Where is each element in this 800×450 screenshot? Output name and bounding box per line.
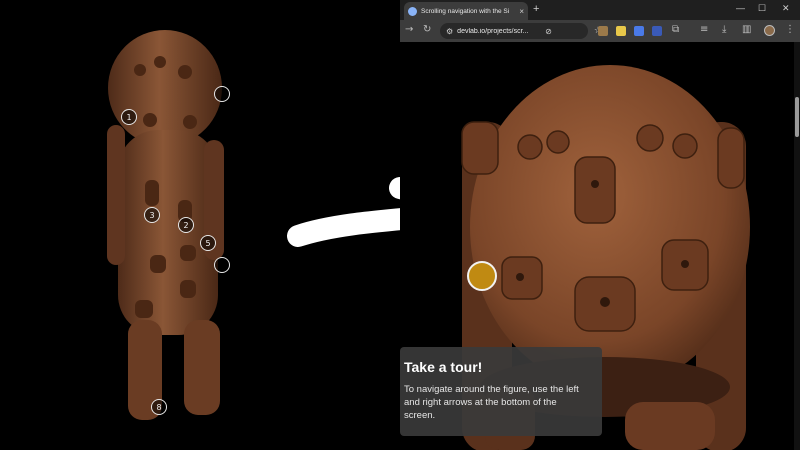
reload-icon[interactable]: ↻ <box>423 24 431 35</box>
hotspot-unlabeled[interactable] <box>214 257 230 273</box>
minimize-button[interactable]: — <box>736 3 745 13</box>
extension-icon[interactable] <box>598 26 608 36</box>
wooden-figure-render <box>107 30 224 420</box>
menu-icon[interactable]: ⋮ <box>785 24 795 35</box>
scrollbar[interactable] <box>794 42 800 450</box>
browser-tab[interactable]: Scrolling navigation with the Si × <box>404 2 528 20</box>
globe-icon <box>408 6 417 16</box>
close-window-button[interactable]: ✕ <box>782 3 790 14</box>
puzzle-icon[interactable]: ⧉ <box>672 24 679 35</box>
hotspot-1[interactable]: 1 <box>121 109 137 125</box>
extension-icon[interactable] <box>652 26 662 36</box>
download-icon[interactable]: ⤓ <box>722 24 726 35</box>
url-text: devlab.io/projects/scr... <box>457 27 529 35</box>
address-bar[interactable]: ⚙ devlab.io/projects/scr... ⊘ ☆ <box>440 23 602 39</box>
figure-3d-viewer[interactable]: 1 2 3 5 8 <box>0 0 400 450</box>
extension-icon[interactable] <box>616 26 626 36</box>
tour-description: To navigate around the figure, use the l… <box>404 384 579 421</box>
scrollbar-thumb[interactable] <box>795 97 799 137</box>
hotspot-2[interactable]: 2 <box>178 217 194 233</box>
eye-off-icon[interactable]: ⊘ <box>545 27 552 36</box>
maximize-button[interactable]: ☐ <box>758 3 766 14</box>
tour-panel: Take a tour! To navigate around the figu… <box>400 347 602 436</box>
avatar[interactable] <box>764 25 775 36</box>
translate-icon[interactable] <box>634 26 644 36</box>
tour-title: Take a tour! <box>404 359 483 375</box>
new-tab-button[interactable]: + <box>533 3 539 15</box>
active-hotspot[interactable] <box>467 261 497 291</box>
browser-toolbar: → ↻ ⚙ devlab.io/projects/scr... ⊘ ☆ ⧉ ≡ … <box>400 20 800 42</box>
hotspot-5[interactable]: 5 <box>200 235 216 251</box>
tab-title: Scrolling navigation with the Si <box>421 7 510 15</box>
sidepanel-icon[interactable]: ▥ <box>742 24 751 35</box>
hotspot-3[interactable]: 3 <box>144 207 160 223</box>
site-info-icon[interactable]: ⚙ <box>446 27 453 36</box>
hotspot-8[interactable]: 8 <box>151 399 167 415</box>
media-icon[interactable]: ≡ <box>700 24 708 35</box>
page-content[interactable]: Take a tour! To navigate around the figu… <box>400 42 800 450</box>
forward-icon[interactable]: → <box>405 24 413 35</box>
hotspot-unlabeled[interactable] <box>214 86 230 102</box>
browser-window: Scrolling navigation with the Si × + — ☐… <box>400 0 800 450</box>
browser-titlebar: Scrolling navigation with the Si × + — ☐… <box>400 0 800 20</box>
close-icon[interactable]: × <box>519 7 524 16</box>
